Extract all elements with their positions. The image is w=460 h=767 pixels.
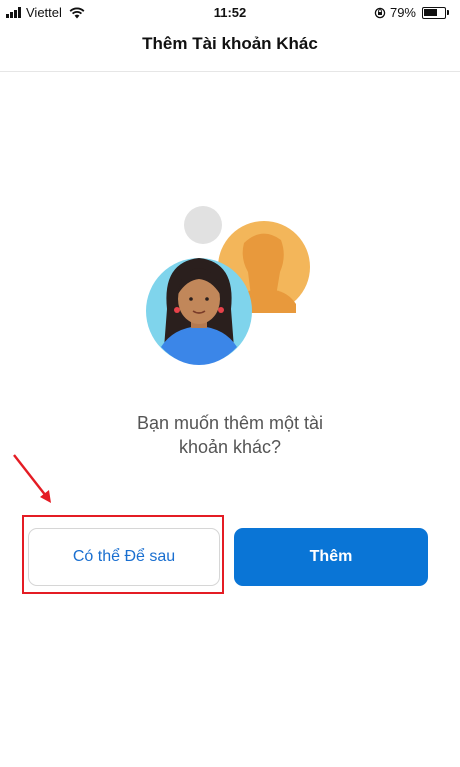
add-button[interactable]: Thêm [234,528,428,586]
header-divider [0,71,460,72]
battery-icon [422,6,449,19]
page-title: Thêm Tài khoản Khác [142,34,318,53]
status-right: 79% [374,5,449,20]
maybe-later-button[interactable]: Có thể Để sau [28,528,220,586]
add-account-prompt: Bạn muốn thêm một tài khoản khác? [80,411,380,459]
prompt-line-2: khoản khác? [178,437,282,457]
prompt-line-1: Bạn muốn thêm một tài [136,413,324,433]
add-account-people-icon [146,206,310,365]
annotation-arrow-icon [13,454,51,503]
battery-percent: 79% [389,5,416,20]
status-bar: Viettel 11:52 79% [0,0,460,26]
rotation-lock-icon [374,7,386,18]
